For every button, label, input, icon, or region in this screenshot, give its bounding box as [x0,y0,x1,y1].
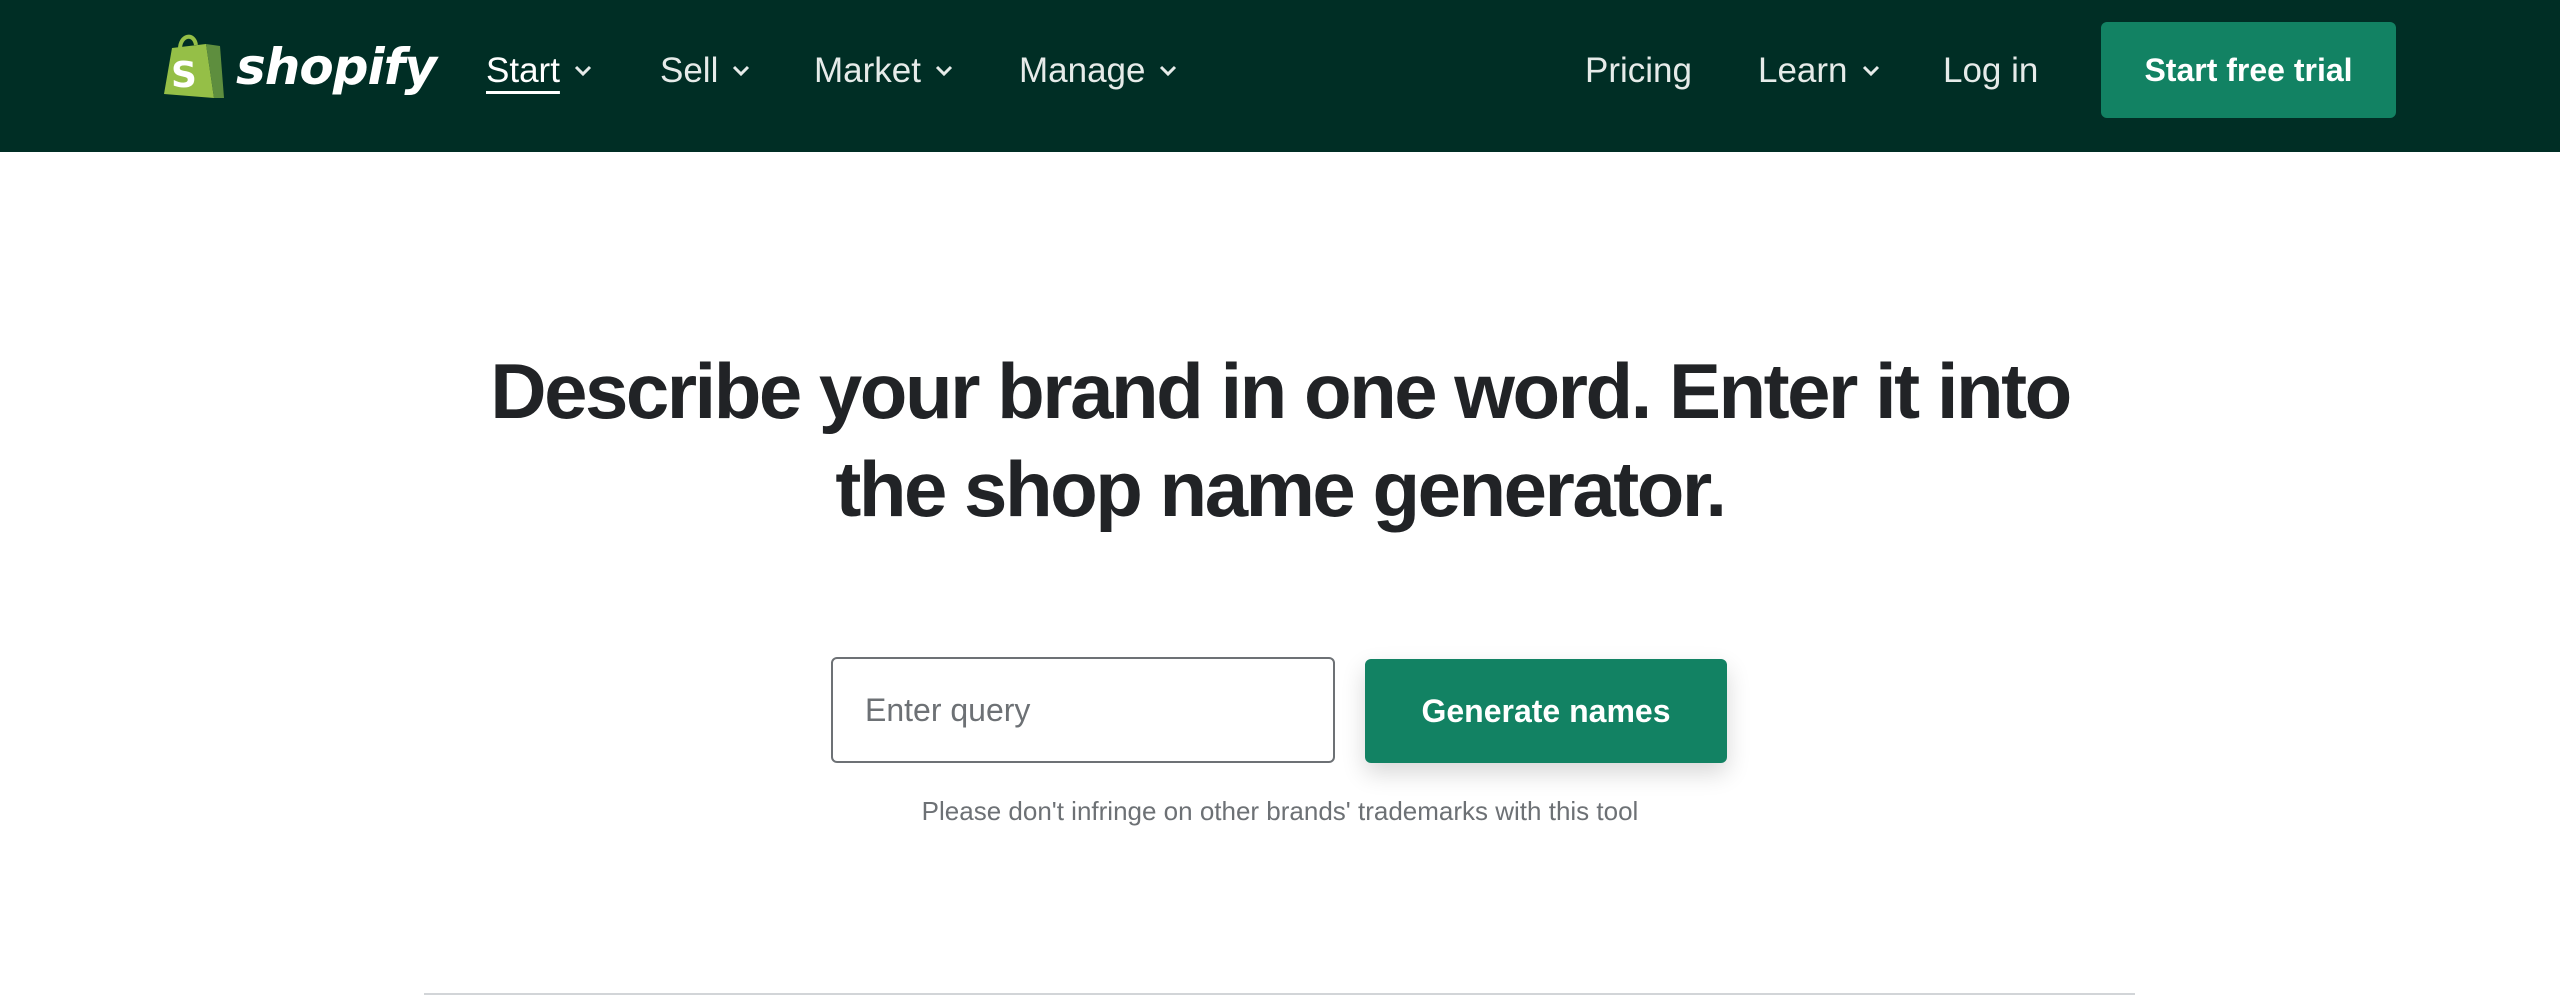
nav-item-market[interactable]: Market [814,0,953,142]
headline-line-1: Describe your brand in one word. Enter i… [490,347,2072,435]
chevron-down-icon [935,65,953,77]
page-headline: Describe your brand in one word. Enter i… [380,342,2180,538]
headline-line-2: the shop name generator. [835,445,1727,533]
shopify-bag-icon: S [164,34,224,98]
nav-item-label: Market [814,51,921,90]
section-divider [424,993,2135,995]
generate-names-button[interactable]: Generate names [1365,659,1727,763]
chevron-down-icon [574,65,591,77]
nav-item-label: Pricing [1585,51,1692,90]
query-input[interactable] [831,657,1335,763]
chevron-down-icon [733,65,750,77]
nav-item-label: Start [486,51,560,90]
shopify-logo[interactable]: S shopify [162,32,437,102]
top-navigation-bar: S shopify Start Sell Market Manage Prici… [0,0,2560,152]
logo-bag-letter: S [171,55,197,96]
nav-item-log-in[interactable]: Log in [1943,0,2038,142]
trademark-disclaimer: Please don't infringe on other brands' t… [921,796,1639,826]
nav-item-pricing[interactable]: Pricing [1585,0,1692,142]
chevron-down-icon [1862,65,1879,77]
nav-item-label: Sell [660,51,719,90]
nav-item-label: Manage [1019,51,1146,90]
chevron-down-icon [1160,65,1177,77]
nav-item-sell[interactable]: Sell [660,0,750,142]
nav-item-start[interactable]: Start [486,0,592,142]
nav-item-learn[interactable]: Learn [1758,0,1880,142]
nav-item-manage[interactable]: Manage [1019,0,1177,142]
nav-item-label: Log in [1943,51,2039,90]
logo-wordmark: shopify [236,38,437,96]
nav-item-label: Learn [1758,51,1848,90]
start-free-trial-button[interactable]: Start free trial [2101,22,2396,118]
